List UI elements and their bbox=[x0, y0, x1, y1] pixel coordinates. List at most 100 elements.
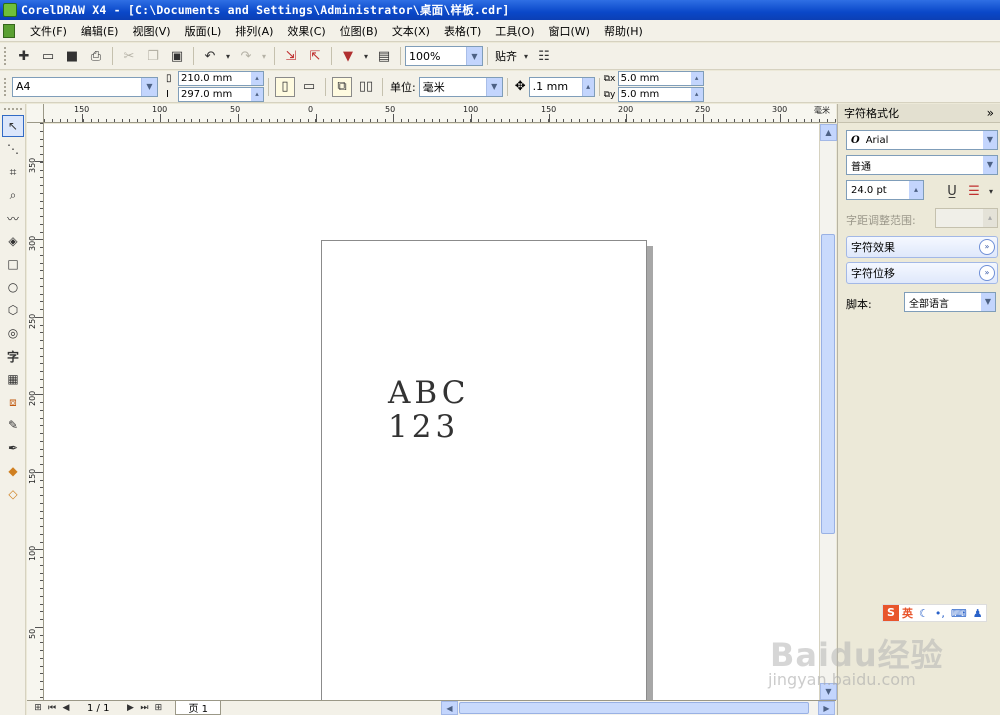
font-family-combo[interactable]: O Arial ▼ bbox=[846, 130, 998, 150]
interactive-fill-tool-icon[interactable]: ◇ bbox=[2, 483, 24, 505]
ruler-origin[interactable] bbox=[27, 104, 44, 123]
coreldraw-app-icon[interactable] bbox=[3, 3, 17, 17]
units-combo[interactable]: 毫米 ▼ bbox=[418, 76, 503, 97]
ellipse-tool-icon[interactable]: ○ bbox=[2, 276, 24, 298]
spin-icon[interactable]: ▴ bbox=[251, 72, 263, 85]
page-tab-1[interactable]: 页 1 bbox=[175, 701, 221, 715]
ime-mode[interactable]: 英 bbox=[902, 605, 913, 621]
spin-icon[interactable]: ▴ bbox=[690, 88, 703, 101]
options-icon[interactable]: ☷ bbox=[534, 46, 554, 66]
export-icon[interactable]: ⇱ bbox=[305, 46, 325, 66]
first-page-icon[interactable]: ⏮ bbox=[45, 703, 59, 713]
menu-file[interactable]: 文件(F) bbox=[23, 23, 74, 39]
welcome-screen-icon[interactable]: ▤ bbox=[374, 46, 394, 66]
fill-tool-icon[interactable]: ◆ bbox=[2, 460, 24, 482]
menu-layout[interactable]: 版面(L) bbox=[178, 23, 229, 39]
nudge-distance-field[interactable]: .1 mm ▴ bbox=[528, 76, 595, 97]
expand-chevron-icon[interactable]: » bbox=[979, 265, 995, 281]
vertical-ruler[interactable]: 350 300 250 200 150 100 50 bbox=[27, 123, 44, 700]
menu-table[interactable]: 表格(T) bbox=[437, 23, 488, 39]
spin-icon[interactable]: ▴ bbox=[581, 77, 594, 96]
basic-shapes-tool-icon[interactable]: ◎ bbox=[2, 322, 24, 344]
shape-tool-icon[interactable]: ⋱ bbox=[2, 138, 24, 160]
keyboard-icon[interactable]: ⌨ bbox=[951, 607, 967, 620]
page-width-field[interactable]: 210.0 mm ▴ bbox=[178, 71, 264, 86]
character-effects-section[interactable]: 字符效果 » bbox=[846, 236, 998, 258]
interactive-blend-tool-icon[interactable]: ⧈ bbox=[2, 391, 24, 413]
horizontal-scrollbar[interactable]: ◀ ▶ bbox=[441, 701, 835, 715]
document-page[interactable]: ABC 123 bbox=[321, 240, 647, 700]
paper-size-combo[interactable]: A4 ▼ bbox=[12, 76, 158, 97]
smart-fill-tool-icon[interactable]: ◈ bbox=[2, 230, 24, 252]
menu-text[interactable]: 文本(X) bbox=[385, 23, 437, 39]
paste-icon[interactable]: ▣ bbox=[167, 46, 187, 66]
strikethrough-icon[interactable]: ☰ bbox=[964, 181, 984, 201]
redo-icon[interactable]: ↷ bbox=[236, 46, 256, 66]
text-object-123[interactable]: 123 bbox=[388, 411, 459, 443]
table-tool-icon[interactable]: ▦ bbox=[2, 368, 24, 390]
drawing-canvas[interactable]: ABC 123 bbox=[44, 124, 819, 700]
snap-dropdown-icon[interactable]: ▾ bbox=[522, 46, 530, 66]
vertical-scrollbar[interactable]: ▲ ▼ bbox=[819, 124, 837, 700]
expand-chevron-icon[interactable]: » bbox=[979, 239, 995, 255]
new-document-icon[interactable]: ✚ bbox=[14, 46, 34, 66]
undo-icon[interactable]: ↶ bbox=[200, 46, 220, 66]
duplicate-x-field[interactable]: 5.0 mm ▴ bbox=[617, 71, 704, 86]
vertical-scroll-thumb[interactable] bbox=[821, 234, 835, 534]
import-icon[interactable]: ⇲ bbox=[281, 46, 301, 66]
scroll-up-icon[interactable]: ▲ bbox=[820, 124, 837, 141]
previous-page-icon[interactable]: ◀ bbox=[59, 703, 73, 713]
menu-bitmaps[interactable]: 位图(B) bbox=[333, 23, 385, 39]
eyedropper-tool-icon[interactable]: ✎ bbox=[2, 414, 24, 436]
menu-help[interactable]: 帮助(H) bbox=[597, 23, 650, 39]
chevron-down-icon[interactable]: ▼ bbox=[485, 77, 502, 96]
docker-collapse-icon[interactable]: » bbox=[987, 106, 994, 120]
freehand-tool-icon[interactable]: 〰 bbox=[2, 207, 24, 229]
chevron-down-icon[interactable]: ▼ bbox=[981, 293, 995, 311]
crop-tool-icon[interactable]: ⌗ bbox=[2, 161, 24, 183]
menu-window[interactable]: 窗口(W) bbox=[542, 23, 597, 39]
underline-icon[interactable]: U̲ bbox=[942, 181, 962, 201]
next-page-icon[interactable]: ▶ bbox=[123, 703, 137, 713]
menu-effects[interactable]: 效果(C) bbox=[280, 23, 332, 39]
scroll-left-icon[interactable]: ◀ bbox=[441, 701, 458, 715]
kerning-range-field[interactable]: ▴ bbox=[935, 208, 998, 228]
zoom-tool-icon[interactable]: ⌕ bbox=[2, 184, 24, 206]
horizontal-ruler[interactable]: 150 100 50 0 50 100 150 200 250 300 毫米 bbox=[44, 104, 836, 123]
menu-arrange[interactable]: 排列(A) bbox=[228, 23, 280, 39]
punctuation-icon[interactable]: •, bbox=[935, 607, 945, 620]
add-page-after-icon[interactable]: ⊞ bbox=[151, 703, 165, 713]
script-combo[interactable]: 全部语言 ▼ bbox=[904, 292, 996, 312]
current-page-icon[interactable]: ▯▯ bbox=[356, 77, 376, 97]
more-options-dropdown-icon[interactable]: ▾ bbox=[986, 181, 996, 201]
moon-icon[interactable]: ☾ bbox=[919, 607, 929, 620]
chevron-down-icon[interactable]: ▼ bbox=[466, 47, 482, 65]
duplicate-y-field[interactable]: 5.0 mm ▴ bbox=[617, 87, 704, 102]
outline-pen-tool-icon[interactable]: ✒ bbox=[2, 437, 24, 459]
font-style-combo[interactable]: 普通 ▼ bbox=[846, 155, 998, 175]
toolbar-grip[interactable] bbox=[4, 47, 7, 65]
font-size-field[interactable]: 24.0 pt ▴ bbox=[846, 180, 924, 200]
scroll-right-icon[interactable]: ▶ bbox=[818, 701, 835, 715]
horizontal-scroll-thumb[interactable] bbox=[459, 702, 809, 714]
snap-to-button[interactable]: 贴齐 bbox=[495, 48, 517, 64]
save-icon[interactable]: ■ bbox=[62, 46, 82, 66]
portrait-icon[interactable]: ▯ bbox=[275, 76, 295, 97]
menu-view[interactable]: 视图(V) bbox=[125, 23, 177, 39]
copy-icon[interactable]: ❐ bbox=[143, 46, 163, 66]
user-icon[interactable]: ♟ bbox=[973, 607, 983, 620]
all-pages-icon[interactable]: ⧉ bbox=[332, 76, 352, 97]
chevron-down-icon[interactable]: ▼ bbox=[141, 77, 157, 96]
ime-toolbar[interactable]: S 英 ☾ •, ⌨ ♟ bbox=[882, 604, 987, 622]
chevron-down-icon[interactable]: ▼ bbox=[983, 156, 997, 174]
rectangle-tool-icon[interactable]: □ bbox=[2, 253, 24, 275]
polygon-tool-icon[interactable]: ⬡ bbox=[2, 299, 24, 321]
text-tool-icon[interactable]: 字 bbox=[2, 345, 24, 367]
application-launcher-icon[interactable]: ▼ bbox=[338, 46, 358, 66]
character-shift-section[interactable]: 字符位移 » bbox=[846, 262, 998, 284]
document-icon[interactable] bbox=[3, 23, 15, 38]
text-object-abc[interactable]: ABC bbox=[388, 377, 469, 409]
spin-icon[interactable]: ▴ bbox=[909, 181, 923, 199]
spin-icon[interactable]: ▴ bbox=[690, 72, 703, 85]
menu-edit[interactable]: 编辑(E) bbox=[74, 23, 126, 39]
